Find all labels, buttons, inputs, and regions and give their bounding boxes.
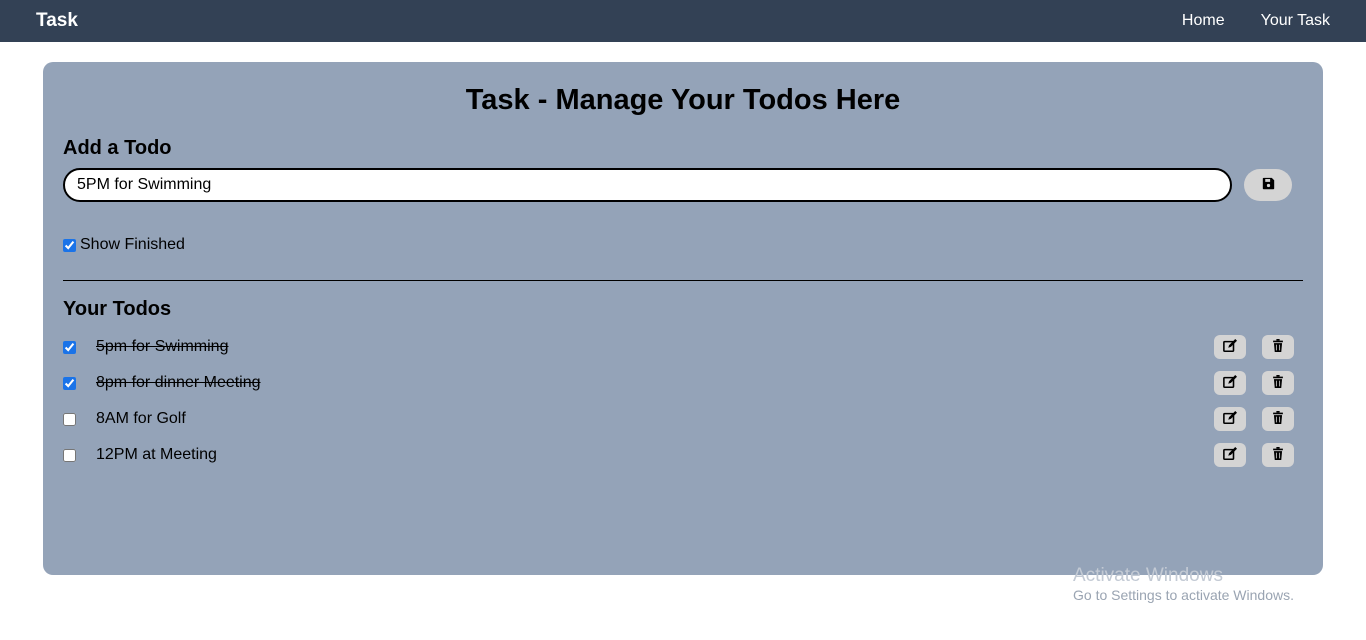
todo-checkbox[interactable] (63, 376, 76, 390)
edit-button[interactable] (1214, 335, 1246, 359)
todo-text: 8AM for Golf (96, 410, 186, 427)
todo-text: 8pm for dinner Meeting (96, 374, 261, 391)
save-button[interactable] (1244, 169, 1292, 201)
show-finished-checkbox[interactable] (63, 238, 76, 252)
nav-links: Home Your Task (1182, 12, 1330, 30)
brand-logo[interactable]: Task (36, 10, 78, 32)
add-todo-heading: Add a Todo (63, 137, 172, 159)
main-card: Task - Manage Your Todos Here Add a Todo… (43, 62, 1323, 575)
edit-icon (1223, 338, 1237, 356)
save-icon (1262, 177, 1275, 193)
show-finished-toggle[interactable]: Show Finished (63, 236, 1303, 254)
trash-icon (1272, 375, 1284, 391)
todo-checkbox[interactable] (63, 448, 76, 462)
delete-button[interactable] (1262, 407, 1294, 431)
todo-item: 8AM for Golf (63, 401, 1303, 437)
navbar: Task Home Your Task (0, 0, 1366, 42)
add-todo-row (63, 168, 1303, 202)
edit-button[interactable] (1214, 407, 1246, 431)
nav-link-your-task[interactable]: Your Task (1261, 12, 1330, 30)
edit-icon (1223, 410, 1237, 428)
trash-icon (1272, 411, 1284, 427)
divider (63, 280, 1303, 281)
activate-windows-watermark: Activate Windows Go to Settings to activ… (1073, 565, 1294, 603)
todo-item: 5pm for Swimming (63, 329, 1303, 365)
edit-button[interactable] (1214, 371, 1246, 395)
trash-icon (1272, 339, 1284, 355)
todo-text: 12PM at Meeting (96, 446, 217, 463)
todo-checkbox[interactable] (63, 412, 76, 426)
page-title: Task - Manage Your Todos Here (465, 84, 901, 116)
your-todos-heading: Your Todos (63, 298, 172, 320)
todo-text: 5pm for Swimming (96, 338, 229, 355)
delete-button[interactable] (1262, 371, 1294, 395)
trash-icon (1272, 447, 1284, 463)
edit-button[interactable] (1214, 443, 1246, 467)
edit-icon (1223, 374, 1237, 392)
delete-button[interactable] (1262, 443, 1294, 467)
nav-link-home[interactable]: Home (1182, 12, 1225, 30)
todo-input[interactable] (63, 168, 1232, 202)
show-finished-label: Show Finished (80, 236, 185, 253)
delete-button[interactable] (1262, 335, 1294, 359)
todo-checkbox[interactable] (63, 340, 76, 354)
watermark-title: Activate Windows (1073, 565, 1223, 586)
todo-list: 5pm for Swimming 8pm for dinner Meeting … (63, 329, 1303, 473)
edit-icon (1223, 446, 1237, 464)
todo-item: 8pm for dinner Meeting (63, 365, 1303, 401)
todo-item: 12PM at Meeting (63, 437, 1303, 473)
watermark-subtitle: Go to Settings to activate Windows. (1073, 587, 1294, 603)
